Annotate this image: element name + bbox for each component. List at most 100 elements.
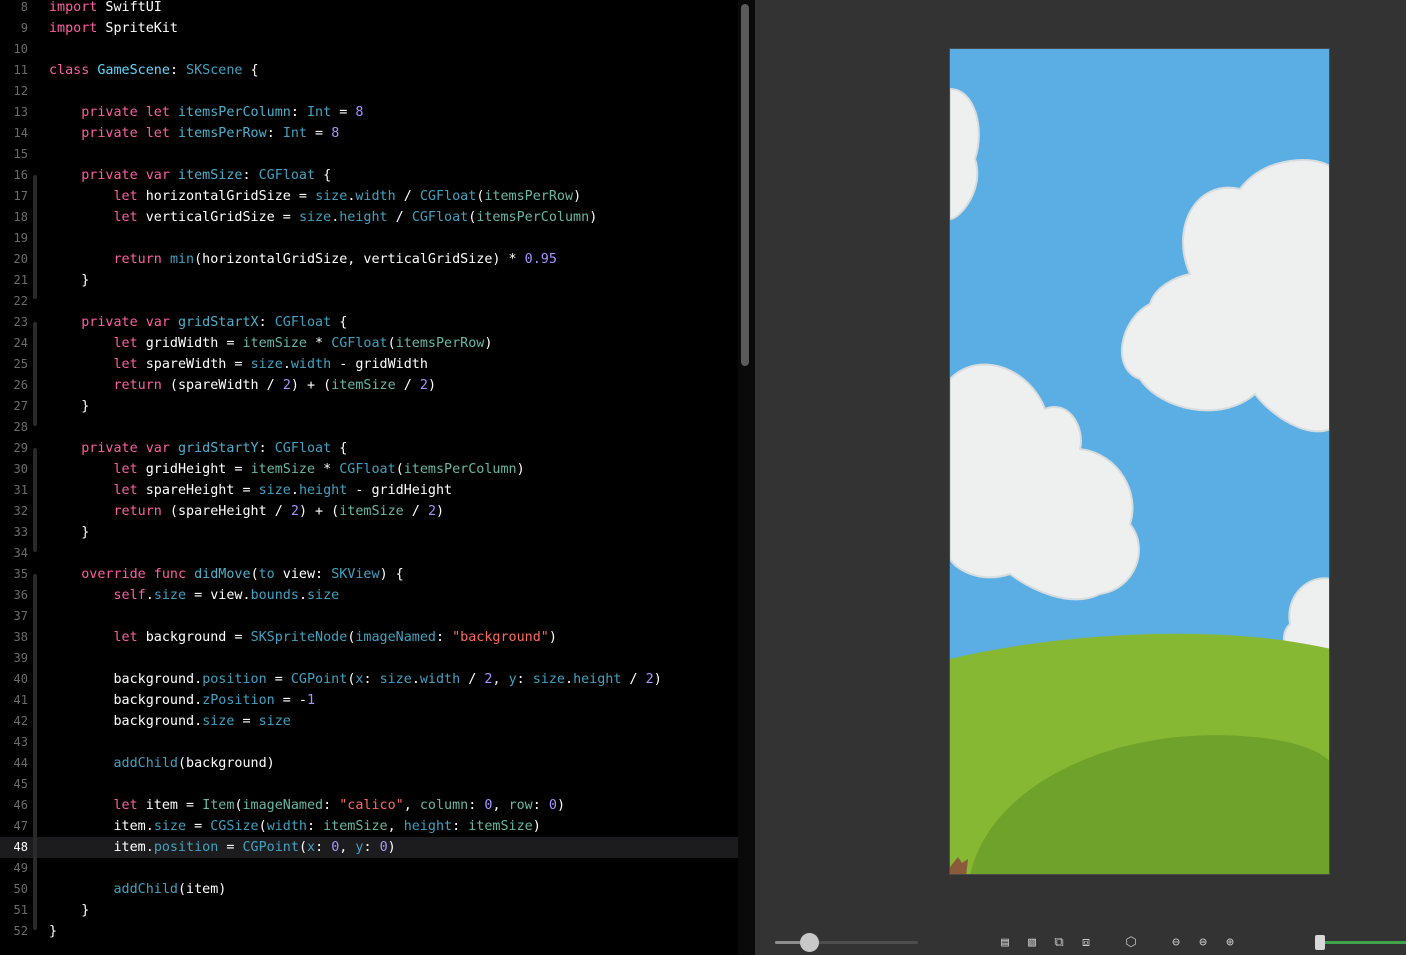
code-line[interactable]: 19 [0, 228, 738, 249]
code-line[interactable]: 47 item.size = CGSize(width: itemSize, h… [0, 816, 738, 837]
code-text[interactable]: } [49, 522, 89, 543]
code-text[interactable]: addChild(background) [49, 753, 275, 774]
code-line[interactable]: 28 [0, 417, 738, 438]
code-line[interactable]: 11 class GameScene: SKScene { [0, 60, 738, 81]
code-text[interactable]: private var gridStartX: CGFloat { [49, 312, 347, 333]
code-text[interactable]: item.size = CGSize(width: itemSize, heig… [49, 816, 540, 837]
fold-indicator[interactable] [33, 574, 37, 930]
code-line[interactable]: 46 let item = Item(imageNamed: "calico",… [0, 795, 738, 816]
code-line[interactable]: 10 [0, 39, 738, 60]
code-line[interactable]: 39 [0, 648, 738, 669]
code-line[interactable]: 26 return (spareWidth / 2) + (itemSize /… [0, 375, 738, 396]
scene-slider-thumb[interactable] [800, 933, 819, 952]
zoom-fit-icon[interactable]: ⊜ [1195, 935, 1211, 951]
code-line[interactable]: 18 let verticalGridSize = size.height / … [0, 207, 738, 228]
code-line[interactable]: 43 [0, 732, 738, 753]
zoom-out-icon[interactable]: ⊖ [1168, 935, 1184, 951]
code-line[interactable]: 35 override func didMove(to view: SKView… [0, 564, 738, 585]
code-line[interactable]: 13 private let itemsPerColumn: Int = 8 [0, 102, 738, 123]
zoom-in-icon[interactable]: ⊕ [1222, 935, 1238, 951]
code-text[interactable]: private let itemsPerColumn: Int = 8 [49, 102, 363, 123]
code-line[interactable]: 45 [0, 774, 738, 795]
layout-overlap-icon[interactable]: ⧉ [1051, 935, 1067, 951]
code-text[interactable]: let verticalGridSize = size.height / CGF… [49, 207, 598, 228]
code-line[interactable]: 20 return min(horizontalGridSize, vertic… [0, 249, 738, 270]
code-line[interactable]: 21 } [0, 270, 738, 291]
code-text[interactable]: } [49, 921, 57, 942]
code-line[interactable]: 24 let gridWidth = itemSize * CGFloat(it… [0, 333, 738, 354]
fold-indicator[interactable] [33, 448, 37, 552]
code-line[interactable]: 15 [0, 144, 738, 165]
code-line[interactable]: 37 [0, 606, 738, 627]
code-line[interactable]: 12 [0, 81, 738, 102]
code-text[interactable]: let item = Item(imageNamed: "calico", co… [49, 795, 566, 816]
code-text[interactable]: let gridHeight = itemSize * CGFloat(item… [49, 459, 525, 480]
code-line[interactable]: 27 } [0, 396, 738, 417]
code-line[interactable]: 44 addChild(background) [0, 753, 738, 774]
playback-slider-track[interactable] [1320, 941, 1406, 944]
code-text[interactable]: override func didMove(to view: SKView) { [49, 564, 404, 585]
code-line[interactable]: 52} [0, 921, 738, 942]
code-line[interactable]: 29 private var gridStartY: CGFloat { [0, 438, 738, 459]
code-line[interactable]: 42 background.size = size [0, 711, 738, 732]
code-text[interactable]: import SpriteKit [49, 18, 178, 39]
code-line[interactable]: 30 let gridHeight = itemSize * CGFloat(i… [0, 459, 738, 480]
code-text[interactable]: } [49, 396, 89, 417]
code-line[interactable]: 34 [0, 543, 738, 564]
layout-stack-icon[interactable]: ⧈ [1078, 935, 1094, 951]
code-line[interactable]: 17 let horizontalGridSize = size.width /… [0, 186, 738, 207]
code-line[interactable]: 41 background.zPosition = -1 [0, 690, 738, 711]
code-text[interactable]: background.size = size [49, 711, 290, 732]
fold-indicator[interactable] [33, 175, 37, 299]
code-line[interactable]: 38 let background = SKSpriteNode(imageNa… [0, 627, 738, 648]
code-text[interactable]: let background = SKSpriteNode(imageNamed… [49, 627, 557, 648]
code-editor[interactable]: 8 import SwiftUI 9 import SpriteKit 10 11 clas… [0, 0, 755, 955]
code-text[interactable]: } [49, 900, 89, 921]
code-line[interactable]: 33 } [0, 522, 738, 543]
code-text[interactable]: background.position = CGPoint(x: size.wi… [49, 669, 661, 690]
code-text[interactable]: class GameScene: SKScene { [49, 60, 259, 81]
code-line[interactable]: 49 [0, 858, 738, 879]
code-text[interactable]: self.size = view.bounds.size [49, 585, 340, 606]
code-text[interactable]: let gridWidth = itemSize * CGFloat(items… [49, 333, 493, 354]
code-line[interactable]: 14 private let itemsPerRow: Int = 8 [0, 123, 738, 144]
code-text[interactable]: return (spareWidth / 2) + (itemSize / 2) [49, 375, 437, 396]
code-line[interactable]: 50 addChild(item) [0, 879, 738, 900]
code-text[interactable]: let spareHeight = size.height - gridHeig… [49, 480, 453, 501]
code-text[interactable]: let horizontalGridSize = size.width / CG… [49, 186, 582, 207]
code-line[interactable]: 48 item.position = CGPoint(x: 0, y: 0) [0, 837, 738, 858]
code-line[interactable]: 8 import SwiftUI [0, 0, 738, 18]
layout-split-icon[interactable]: ▧ [1024, 935, 1040, 951]
code-text[interactable]: private var itemSize: CGFloat { [49, 165, 331, 186]
code-text[interactable]: return min(horizontalGridSize, verticalG… [49, 249, 557, 270]
code-text[interactable]: } [49, 270, 89, 291]
layout-top-icon[interactable]: ▤ [997, 935, 1013, 951]
code-line[interactable]: 23 private var gridStartX: CGFloat { [0, 312, 738, 333]
cube-icon[interactable]: ⬡ [1123, 935, 1139, 951]
code-text[interactable]: private let itemsPerRow: Int = 8 [49, 123, 339, 144]
code-line[interactable]: 22 [0, 291, 738, 312]
line-number: 18 [13, 210, 28, 224]
code-line[interactable]: 51 } [0, 900, 738, 921]
code-line[interactable]: 31 let spareHeight = size.height - gridH… [0, 480, 738, 501]
code-text[interactable]: import SwiftUI [49, 0, 162, 18]
code-lines[interactable]: 8 import SwiftUI 9 import SpriteKit 10 11 clas… [0, 0, 738, 942]
code-line[interactable]: 9 import SpriteKit [0, 18, 738, 39]
code-line[interactable]: 32 return (spareHeight / 2) + (itemSize … [0, 501, 738, 522]
code-text[interactable]: item.position = CGPoint(x: 0, y: 0) [49, 837, 395, 858]
code-text[interactable]: background.zPosition = -1 [49, 690, 315, 711]
code-token: itemSize [331, 378, 396, 393]
code-line[interactable]: 36 self.size = view.bounds.size [0, 585, 738, 606]
code-text[interactable]: let spareWidth = size.width - gridWidth [49, 354, 428, 375]
fold-indicator[interactable] [33, 322, 37, 426]
code-text[interactable]: return (spareHeight / 2) + (itemSize / 2… [49, 501, 445, 522]
code-token: : [516, 672, 533, 687]
editor-scrollbar-thumb[interactable] [741, 4, 749, 366]
code-text[interactable]: private var gridStartY: CGFloat { [49, 438, 347, 459]
scene-canvas[interactable] [949, 48, 1330, 875]
code-text[interactable]: addChild(item) [49, 879, 227, 900]
code-line[interactable]: 25 let spareWidth = size.width - gridWid… [0, 354, 738, 375]
code-line[interactable]: 16 private var itemSize: CGFloat { [0, 165, 738, 186]
playback-slider-thumb[interactable] [1315, 935, 1325, 950]
code-line[interactable]: 40 background.position = CGPoint(x: size… [0, 669, 738, 690]
